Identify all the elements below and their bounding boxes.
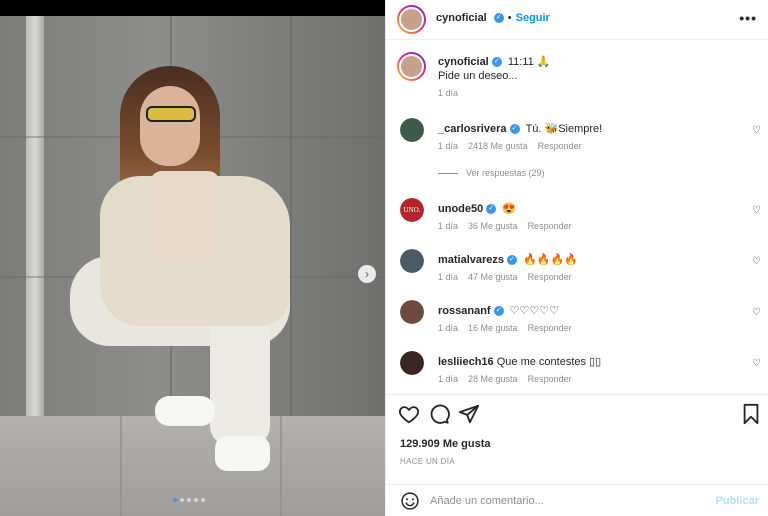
comment-likes[interactable]: 36 Me gusta	[468, 221, 518, 231]
caption-username[interactable]: cynoficial	[438, 56, 489, 68]
like-comment-heart-icon[interactable]: ♡	[752, 205, 761, 216]
post-time: HACE UN DÍA	[400, 457, 455, 466]
comment-likes[interactable]: 28 Me gusta	[468, 374, 518, 384]
photo-pipe	[26, 16, 44, 416]
comment-bubble-icon[interactable]	[428, 403, 450, 425]
add-comment-bar: Publicar	[386, 484, 768, 516]
like-comment-heart-icon[interactable]: ♡	[752, 256, 761, 267]
comment-text: 😍	[502, 203, 516, 215]
commenter-avatar[interactable]	[400, 351, 424, 375]
carousel-dot	[180, 498, 184, 502]
carousel-dots	[173, 498, 205, 502]
view-replies-button[interactable]: Ver respuestas (29)	[438, 168, 545, 178]
comment-username[interactable]: lesliiech16	[438, 356, 494, 368]
commenter-avatar[interactable]	[400, 118, 424, 142]
comment-username[interactable]: matialvarezs	[438, 254, 504, 266]
comment-age: 1 día	[438, 323, 459, 333]
share-paper-plane-icon[interactable]	[458, 403, 480, 425]
commenter-avatar[interactable]	[400, 300, 424, 324]
publish-button[interactable]: Publicar	[716, 495, 759, 507]
post-header: cynoficial ✓ • Seguir •••	[386, 0, 768, 40]
like-comment-heart-icon[interactable]: ♡	[752, 358, 761, 369]
follow-button[interactable]: Seguir	[516, 12, 550, 24]
verified-badge-icon: ✓	[493, 306, 504, 317]
reply-button[interactable]: Responder	[528, 323, 572, 333]
comment-username[interactable]: unode50	[438, 203, 483, 215]
verified-badge-icon: ✓	[486, 204, 497, 215]
carousel-dot	[201, 498, 205, 502]
author-avatar[interactable]	[397, 52, 426, 81]
post-side-panel: cynoficial ✓ • Seguir ••• cynoficial ✓ 11…	[385, 0, 768, 516]
commenter-avatar[interactable]: UNO.	[400, 198, 424, 222]
verified-badge-icon: ✓	[507, 255, 518, 266]
comment-likes[interactable]: 47 Me gusta	[468, 272, 518, 282]
top-black-bar	[0, 0, 385, 16]
comment-text: ♡♡♡♡♡	[509, 305, 559, 317]
caption-emoji: 🙏	[536, 56, 551, 68]
reply-button[interactable]: Responder	[528, 374, 572, 384]
chevron-right-icon: ›	[365, 267, 369, 281]
comment-username[interactable]: rossananf	[438, 305, 491, 317]
comment-text: Tú. 🐝Siempre!	[525, 123, 603, 135]
comment-likes[interactable]: 2418 Me gusta	[468, 141, 528, 151]
comment-username[interactable]: _carlosrivera	[438, 123, 507, 135]
comment-age: 1 día	[438, 141, 459, 151]
comment-text: 🔥🔥🔥🔥	[523, 254, 578, 266]
like-comment-heart-icon[interactable]: ♡	[752, 125, 761, 136]
comment-input[interactable]	[430, 489, 700, 513]
carousel-dot	[187, 498, 191, 502]
like-comment-heart-icon[interactable]: ♡	[752, 307, 761, 318]
author-avatar[interactable]	[397, 5, 426, 34]
view-replies-label: Ver respuestas (29)	[466, 168, 545, 178]
reply-button[interactable]: Responder	[528, 221, 572, 231]
likes-count[interactable]: 129.909 Me gusta	[400, 438, 491, 450]
reply-button[interactable]: Responder	[528, 272, 572, 282]
emoji-icon[interactable]	[400, 491, 420, 511]
caption-age: 1 día	[438, 88, 459, 98]
comment-age: 1 día	[438, 221, 459, 231]
replies-line	[438, 172, 458, 174]
carousel-dot	[173, 498, 177, 502]
verified-badge-icon: ✓	[493, 13, 504, 23]
carousel-next-button[interactable]: ›	[358, 265, 376, 283]
carousel-dot	[194, 498, 198, 502]
author-username[interactable]: cynoficial	[436, 12, 487, 24]
verified-badge-icon: ✓	[491, 57, 502, 68]
separator-dot: •	[507, 12, 512, 24]
commenter-avatar[interactable]	[400, 249, 424, 273]
comment-likes[interactable]: 16 Me gusta	[468, 323, 518, 333]
verified-badge-icon: ✓	[509, 124, 520, 135]
post-photo: ›	[0, 16, 385, 516]
caption-time: 11:11	[507, 56, 534, 68]
comment-age: 1 día	[438, 374, 459, 384]
caption-text: Pide un deseo...	[438, 70, 518, 82]
save-bookmark-icon[interactable]	[740, 403, 762, 425]
like-heart-icon[interactable]	[398, 403, 420, 425]
reply-button[interactable]: Responder	[538, 141, 582, 151]
post-actions: 129.909 Me gusta HACE UN DÍA Publicar	[386, 394, 768, 516]
more-options-icon[interactable]: •••	[739, 10, 757, 26]
comments-list[interactable]: cynoficial ✓ 11:11 🙏 Pide un deseo... 1 d…	[386, 41, 768, 394]
photo-person	[60, 66, 300, 476]
comment-age: 1 día	[438, 272, 459, 282]
comment-text: Que me contestes ▯▯	[496, 356, 602, 368]
